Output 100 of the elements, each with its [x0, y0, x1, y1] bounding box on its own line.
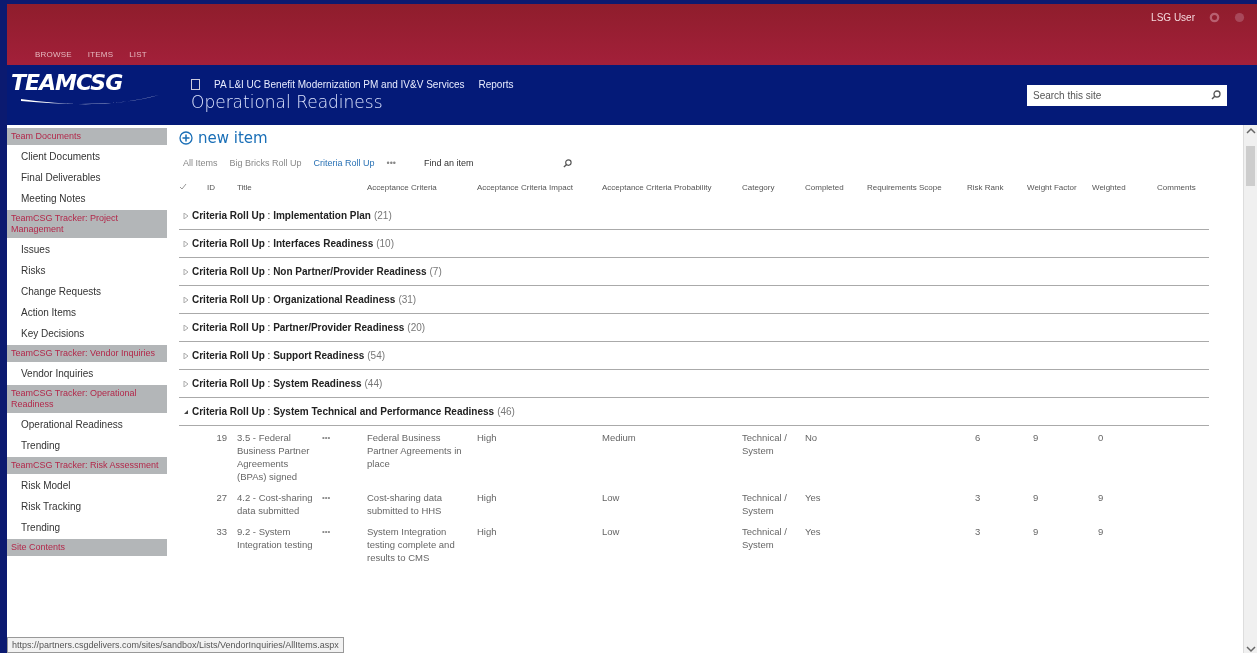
table-cell-text: Medium: [602, 431, 637, 445]
expand-icon[interactable]: [183, 324, 189, 331]
group-count: (46): [497, 406, 515, 417]
table-cell-text: Low: [602, 525, 621, 539]
view-tab[interactable]: All Items: [183, 158, 218, 168]
ribbon-tab[interactable]: LIST: [129, 50, 147, 59]
expand-icon[interactable]: [183, 240, 189, 247]
scroll-thumb[interactable]: [1246, 146, 1255, 186]
view-tab[interactable]: Big Bricks Roll Up: [229, 158, 302, 168]
group-header-link[interactable]: Criteria Roll Up : Partner/Provider Readiness: [192, 322, 405, 333]
new-item-link[interactable]: new item: [179, 129, 1243, 147]
collapse-icon[interactable]: [183, 408, 189, 415]
table-cell-text: Federal Business Partner Agreements in place: [367, 431, 463, 471]
select-all-icon[interactable]: [179, 183, 187, 191]
column-header[interactable]: Acceptance Criteria: [367, 183, 477, 192]
scroll-up-icon[interactable]: [1245, 127, 1256, 134]
sidebar-item[interactable]: Meeting Notes: [7, 188, 167, 209]
sidebar-item[interactable]: Client Documents: [7, 146, 167, 167]
table-cell-text: Yes: [805, 491, 822, 505]
table-cell-text: 9: [1032, 525, 1040, 539]
item-menu-button[interactable]: •••: [322, 525, 331, 538]
table-cell-text: Technical / System: [742, 491, 788, 517]
sidebar-item[interactable]: Risk Model: [7, 475, 167, 496]
table-cell-text: 9: [1032, 431, 1040, 445]
search-icon[interactable]: [563, 158, 572, 168]
group-header-link[interactable]: Criteria Roll Up : Organizational Readiness: [192, 294, 396, 305]
group-header-link[interactable]: Criteria Roll Up : Support Readiness: [192, 350, 365, 361]
group-count: (21): [373, 210, 392, 221]
table-cell-text: 9: [1097, 491, 1105, 505]
column-header[interactable]: Weight Factor: [1027, 183, 1092, 192]
expand-icon[interactable]: [183, 296, 189, 303]
table-cell-text: 3: [974, 491, 982, 505]
breadcrumb-link[interactable]: Reports: [478, 78, 514, 90]
sidebar-item[interactable]: Vendor Inquiries: [7, 363, 167, 384]
expand-icon[interactable]: [183, 212, 189, 219]
group-count: (54): [367, 350, 386, 361]
scroll-down-icon[interactable]: [1245, 646, 1256, 653]
search-icon[interactable]: [1211, 89, 1221, 100]
more-views-button[interactable]: •••: [386, 158, 396, 168]
table-cell-text: 9: [1097, 525, 1105, 539]
sidebar-item[interactable]: Change Requests: [7, 281, 167, 302]
column-header[interactable]: Title: [237, 183, 322, 192]
table-cell-text: Low: [602, 491, 621, 505]
sidebar-item[interactable]: Action Items: [7, 302, 167, 323]
sidebar-item[interactable]: Final Deliverables: [7, 167, 167, 188]
table-cell-text: 33: [215, 525, 228, 539]
expand-icon[interactable]: [183, 268, 189, 275]
ribbon-tab[interactable]: BROWSE: [35, 50, 72, 59]
group-header-link[interactable]: Criteria Roll Up : Non Partner/Provider Readiness: [192, 266, 427, 277]
table-cell-text: 27: [215, 491, 228, 505]
expand-icon[interactable]: [183, 352, 189, 359]
expand-icon[interactable]: [183, 380, 189, 387]
search-field[interactable]: Search this site: [1027, 84, 1227, 106]
table-cell-text: Cost-sharing data submitted to HHS: [367, 491, 443, 517]
item-menu-button[interactable]: •••: [322, 431, 331, 444]
table-cell-text: 0: [1097, 431, 1105, 445]
column-header[interactable]: Category: [742, 183, 805, 192]
column-header[interactable]: Acceptance Criteria Impact: [477, 183, 602, 192]
table-cell-text: No: [805, 431, 819, 445]
table-cell-text: High: [477, 431, 498, 445]
sidebar-item[interactable]: Risk Tracking: [7, 496, 167, 517]
sidebar-item[interactable]: Issues: [7, 239, 167, 260]
view-tab[interactable]: Criteria Roll Up: [313, 158, 375, 168]
group-header-link[interactable]: Criteria Roll Up : System Readiness: [192, 378, 362, 389]
column-header[interactable]: ID: [207, 183, 237, 192]
sidebar-item[interactable]: Risks: [7, 260, 167, 281]
table-cell-text: 6: [974, 431, 982, 445]
group-header-link[interactable]: Criteria Roll Up : System Technical and Performance Readiness: [192, 406, 495, 417]
column-header[interactable]: Acceptance Criteria Probability: [602, 183, 742, 192]
table-cell-text: System Integration testing complete and results to CMS: [367, 525, 456, 564]
sidebar-item[interactable]: Operational Readiness: [7, 414, 167, 435]
table-cell-text: High: [477, 491, 498, 505]
column-header[interactable]: Requirements Scope: [867, 183, 967, 192]
add-icon[interactable]: [179, 131, 193, 145]
column-header[interactable]: Comments: [1157, 183, 1222, 192]
sidebar-item[interactable]: Trending: [7, 517, 167, 538]
column-header[interactable]: Risk Rank: [967, 183, 1027, 192]
sidebar-item[interactable]: Key Decisions: [7, 323, 167, 344]
group-header-link[interactable]: Criteria Roll Up : Interfaces Readiness: [192, 238, 374, 249]
group-header-link[interactable]: Criteria Roll Up : Implementation Plan: [192, 210, 371, 221]
column-header[interactable]: Completed: [805, 183, 867, 192]
ribbon-tab[interactable]: ITEMS: [87, 50, 114, 59]
title-link[interactable]: 4.2 - Cost-sharing data submitted: [237, 491, 322, 517]
scrollbar[interactable]: [1243, 125, 1257, 653]
item-menu-button[interactable]: •••: [322, 491, 331, 504]
table-cell-text: 3: [974, 525, 982, 539]
table-cell-text: Technical / System: [742, 431, 788, 458]
user-menu[interactable]: LSG User: [1151, 12, 1195, 23]
column-header[interactable]: Weighted: [1092, 183, 1157, 192]
title-link[interactable]: 3.5 - Federal Business Partner Agreements (BPAs) signed: [237, 431, 322, 483]
logo[interactable]: TEAMCSG: [11, 70, 181, 120]
sidebar-item[interactable]: Trending: [7, 435, 167, 456]
page-title: Operational Readiness: [191, 91, 384, 112]
group-count: (10): [376, 238, 394, 249]
table-cell-text: Technical / System: [742, 525, 788, 552]
table-cell-text: Yes: [805, 525, 822, 539]
table-cell-text: 9: [1032, 491, 1040, 505]
title-link[interactable]: 9.2 - System Integration testing: [237, 525, 322, 564]
group-count: (20): [407, 322, 426, 333]
breadcrumb-link[interactable]: PA L&I UC Benefit Modernization PM and IV&V Services: [214, 78, 465, 90]
